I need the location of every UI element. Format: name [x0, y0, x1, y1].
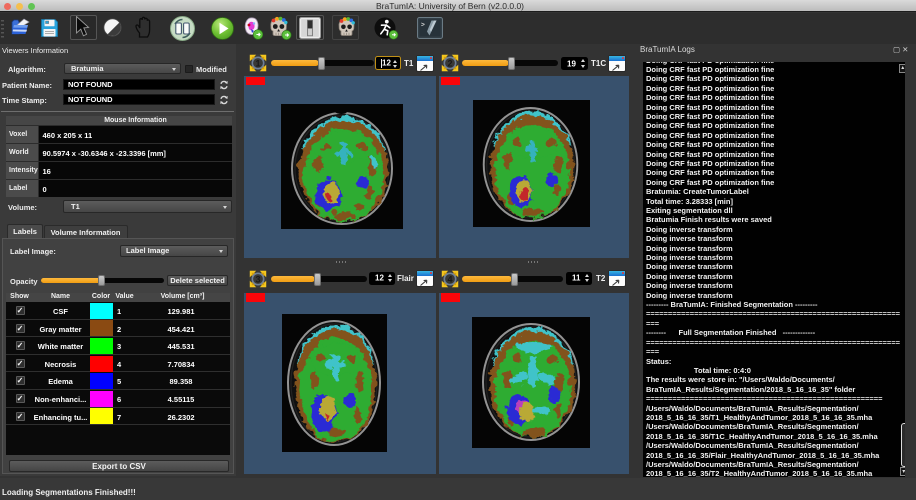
svg-text:1: 1: [255, 59, 260, 69]
svg-text:3: 3: [255, 275, 260, 285]
svg-text:2: 2: [447, 59, 452, 69]
svg-text:4: 4: [447, 275, 452, 285]
